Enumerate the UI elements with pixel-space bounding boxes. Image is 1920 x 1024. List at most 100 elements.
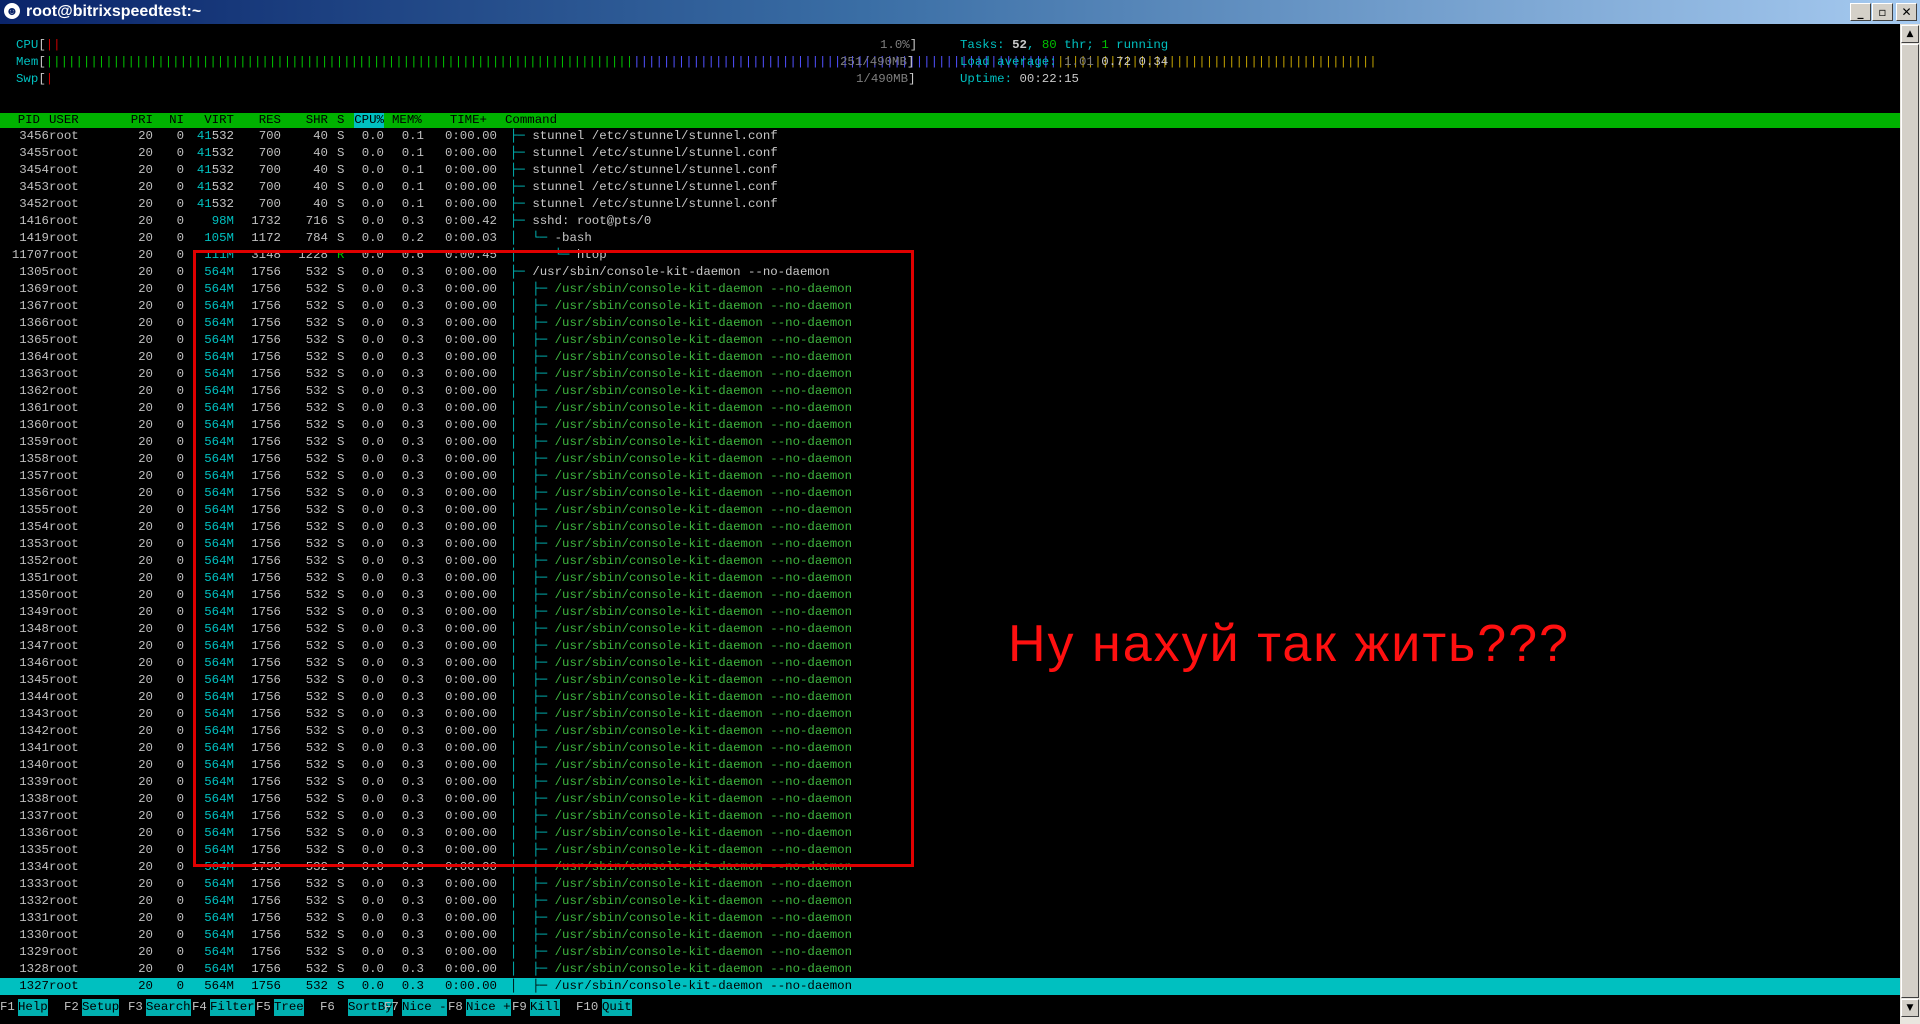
table-row[interactable]: 1330 root 20 0 564M 1756 532 S 0.0 0.3 0:00.00 │ ├─… [0,927,1900,944]
fkey-f8[interactable]: F8 [448,999,463,1016]
virt-hi: 41 [196,146,212,160]
fkey-f10-label[interactable]: Quit [602,999,632,1016]
table-row[interactable]: 3456 root 20 0 41532 700 40 S 0.0 0.1 0:00.00 ├─ st… [0,128,1900,145]
time-cell: 0:00.00 [444,877,497,891]
user-cell: root [49,911,79,925]
virt-cell: 564M [204,961,234,978]
table-row[interactable]: 1329 root 20 0 564M 1756 532 S 0.0 0.3 0:00.00 │ ├─… [0,944,1900,961]
close-button[interactable]: ✕ [1896,3,1917,21]
shr-cell: 532 [305,979,328,993]
table-row[interactable]: 1419 root 20 0 105M 1172 784 S 0.0 0.2 0:00.03 │ └─… [0,230,1900,247]
fkey-f1[interactable]: F1 [0,999,15,1016]
pid-cell: 3452 [19,197,49,211]
terminal-icon: ☻ [4,3,20,19]
maximize-button[interactable]: ▫ [1872,3,1893,21]
column-header-command[interactable]: Command [505,113,557,128]
ni-cell: 0 [176,962,184,976]
table-row-selected[interactable]: 1327 root 20 0 564M 1756 532 S 0.0 0.3 0:00.00 │ ├─… [0,978,1900,995]
shr-cell: 532 [305,877,328,891]
pri-cell: 20 [138,639,153,653]
process-table-header[interactable]: PID USER PRI NI VIRT RES SHR S CPU% MEM% TIME+ Comm… [0,113,1900,128]
fkey-f9[interactable]: F9 [512,999,527,1016]
user-cell: root [49,741,79,755]
table-row[interactable]: 3453 root 20 0 41532 700 40 S 0.0 0.1 0:00.00 ├─ st… [0,179,1900,196]
pri-cell: 20 [138,911,153,925]
pid-cell: 1332 [19,894,49,908]
table-row[interactable]: 1328 root 20 0 564M 1756 532 S 0.0 0.3 0:00.00 │ ├─… [0,961,1900,978]
window-titlebar[interactable]: ☻ root@bitrixspeedtest:~ _ ▫ ✕ [0,0,1920,24]
pri-cell: 20 [138,418,153,432]
function-key-bar[interactable]: F1 Help F2 Setup F3 Search F4 Filter F5 Tree F6 Sor… [0,999,1900,1016]
fkey-f5-label[interactable]: Tree [274,999,304,1016]
arrow-down-icon[interactable]: ▼ [1901,999,1919,1017]
fkey-f7-label[interactable]: Nice - [402,999,447,1016]
user-cell: root [49,452,79,466]
mem-cell: 0.3 [401,962,424,976]
fkey-f3-label[interactable]: Search [146,999,191,1016]
pri-cell: 20 [138,656,153,670]
ni-cell: 0 [176,809,184,823]
table-row[interactable]: 1332 root 20 0 564M 1756 532 S 0.0 0.3 0:00.00 │ ├─… [0,893,1900,910]
ni-cell: 0 [176,520,184,534]
annotation-text: Ну нахуй так жить??? [1008,615,1570,673]
pri-cell: 20 [138,707,153,721]
table-row[interactable]: 3452 root 20 0 41532 700 40 S 0.0 0.1 0:00.00 ├─ st… [0,196,1900,213]
fkey-f3[interactable]: F3 [128,999,143,1016]
mem-cell: 0.3 [401,928,424,942]
column-header-ni[interactable]: NI [169,113,184,128]
fkey-f4-label[interactable]: Filter [210,999,255,1016]
table-row[interactable]: 1416 root 20 0 98M 1732 716 S 0.0 0.3 0:00.42 ├─ ss… [0,213,1900,230]
ni-cell: 0 [176,724,184,738]
pid-cell: 1347 [19,639,49,653]
command-cell: │ ├─ /usr/sbin/console-kit-daemon --no-d… [510,893,852,910]
cpu-cell: 0.0 [361,945,384,959]
table-row[interactable]: 3454 root 20 0 41532 700 40 S 0.0 0.1 0:00.00 ├─ st… [0,162,1900,179]
fkey-f9-label[interactable]: Kill [530,999,560,1016]
highlight-box [193,250,914,867]
ni-cell: 0 [176,282,184,296]
command-cell: ├─ sshd: root@pts/0 [510,213,651,230]
column-header-mem[interactable]: MEM% [392,113,422,128]
scroll-thumb[interactable] [1901,44,1919,998]
virt-cell: 41532 [197,196,234,213]
table-row[interactable]: 1333 root 20 0 564M 1756 532 S 0.0 0.3 0:00.00 │ ├─… [0,876,1900,893]
fkey-f7[interactable]: F7 [384,999,399,1016]
column-header-virt[interactable]: VIRT [204,113,234,128]
column-header-user[interactable]: USER [49,113,79,128]
ni-cell: 0 [176,928,184,942]
time-cell: 0:00.00 [444,945,497,959]
time-cell: 0:00.00 [444,979,497,993]
pid-cell: 1348 [19,622,49,636]
column-header-s[interactable]: S [337,113,344,128]
fkey-f4[interactable]: F4 [192,999,207,1016]
minimize-button[interactable]: _ [1850,3,1871,21]
ni-cell: 0 [176,197,184,211]
pri-cell: 20 [138,520,153,534]
virt-cell: 41532 [197,179,234,196]
arrow-up-icon[interactable]: ▲ [1901,25,1919,43]
user-cell: root [49,486,79,500]
fkey-f2-label[interactable]: Setup [82,999,120,1016]
fkey-f6[interactable]: F6 [320,999,335,1016]
column-header-shr[interactable]: SHR [306,113,328,128]
command-cell: ├─ stunnel /etc/stunnel/stunnel.conf [510,179,778,196]
fkey-f5[interactable]: F5 [256,999,271,1016]
column-header-cpu[interactable]: CPU% [354,113,384,128]
fkey-f2[interactable]: F2 [64,999,79,1016]
fkey-f10[interactable]: F10 [576,999,598,1016]
pid-cell: 1327 [19,979,49,993]
user-cell: root [49,928,79,942]
vertical-scrollbar[interactable]: ▲ ▼ [1900,24,1920,1024]
ni-cell: 0 [176,180,184,194]
column-header-pid[interactable]: PID [18,113,40,128]
state-cell: S [337,163,345,177]
tree-branch: │ ├─ [510,945,555,959]
table-row[interactable]: 1331 root 20 0 564M 1756 532 S 0.0 0.3 0:00.00 │ ├─… [0,910,1900,927]
table-row[interactable]: 3455 root 20 0 41532 700 40 S 0.0 0.1 0:00.00 ├─ st… [0,145,1900,162]
fkey-f8-label[interactable]: Nice + [466,999,511,1016]
column-header-time[interactable]: TIME+ [450,113,487,128]
column-header-pri[interactable]: PRI [131,113,153,128]
column-header-res[interactable]: RES [259,113,281,128]
user-cell: root [49,231,79,245]
fkey-f1-label[interactable]: Help [18,999,48,1016]
